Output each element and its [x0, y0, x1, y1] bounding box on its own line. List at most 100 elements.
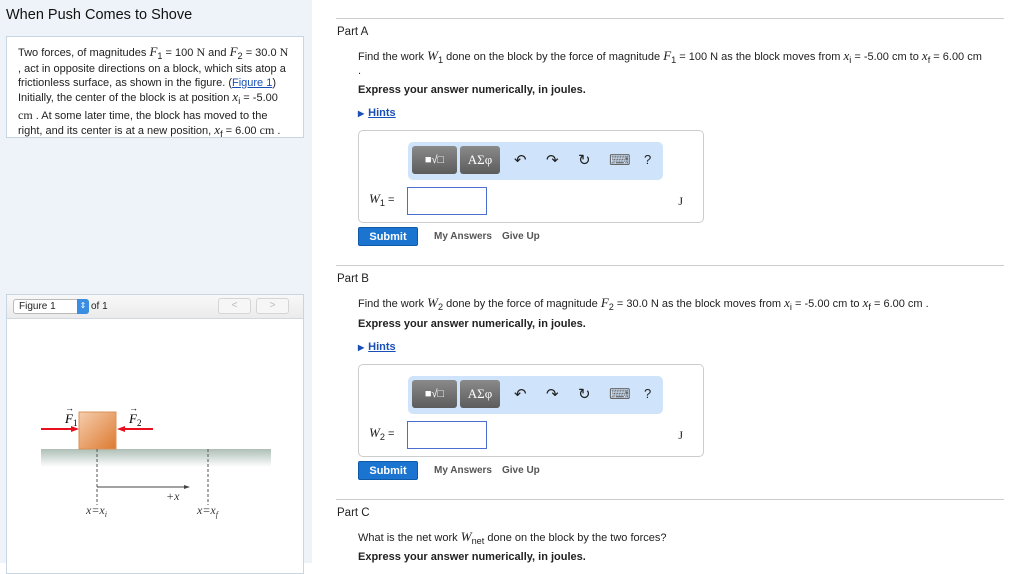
part-b-hints-link[interactable]: ▶ Hints: [358, 341, 396, 353]
w-sub: net: [471, 536, 485, 547]
f1-value: = 100: [162, 47, 197, 59]
part-a-question: Find the work W1 done on the block by th…: [358, 48, 982, 77]
part-a-hints-link[interactable]: ▶ Hints: [358, 107, 396, 119]
plus-x-label: +x: [166, 489, 180, 503]
keyboard-icon[interactable]: ⌨: [609, 151, 631, 169]
next-figure-button[interactable]: >: [256, 298, 289, 314]
w1-answer-input[interactable]: [407, 187, 487, 215]
f2-symbol: F: [229, 44, 238, 59]
f-symbol: F: [663, 48, 672, 63]
figure-toolbar: Figure 1 ⇕ of 1 < >: [7, 295, 303, 319]
part-a-my-answers-link[interactable]: My Answers: [434, 231, 492, 242]
part-c-label: Part C: [337, 507, 370, 519]
answer-label: W1 =: [369, 191, 394, 208]
unit-n: N: [279, 45, 289, 59]
w-symbol: W: [460, 529, 472, 544]
figure-link[interactable]: Figure 1: [232, 77, 272, 89]
redo-icon[interactable]: ↷: [546, 385, 559, 403]
figure-panel: Figure 1 ⇕ of 1 < > F1 → F2 → +x x=xi x=x…: [6, 294, 304, 574]
select-arrows-icon: ⇕: [77, 299, 89, 314]
surface: [41, 449, 271, 467]
part-a-label: Part A: [337, 26, 369, 38]
block-diagram: F1 → F2 → +x x=xi x=xf: [41, 403, 271, 519]
unit-cm: cm: [18, 107, 33, 122]
help-icon[interactable]: ?: [644, 152, 651, 167]
intro-text: Two forces, of magnitudes: [18, 47, 150, 59]
reset-icon[interactable]: ↻: [578, 385, 591, 403]
symbols-button[interactable]: ΑΣφ: [460, 380, 500, 408]
part-a-instruction: Express your answer numerically, in joul…: [358, 84, 586, 96]
part-a-answer-box: ■√□ ΑΣφ ↶ ↷ ↻ ⌨ ? W1 = J: [358, 130, 704, 223]
q-text: = -5.00 cm to: [851, 51, 922, 63]
part-c-question: What is the net work Wnet done on the bl…: [358, 529, 667, 546]
xf-label: x=xf: [196, 503, 220, 519]
undo-icon[interactable]: ↶: [514, 151, 527, 169]
triangle-right-icon: ▶: [358, 343, 365, 352]
divider: [336, 265, 1004, 266]
q-text: done on the block by the force of magnit…: [443, 51, 664, 63]
q-text: What is the net work: [358, 532, 461, 544]
redo-icon[interactable]: ↷: [546, 151, 559, 169]
q-text: = 6.00 cm: [930, 51, 982, 63]
intro-text: .: [274, 124, 281, 137]
divider: [336, 18, 1004, 19]
answer-label: W2 =: [369, 425, 394, 442]
q-text: Find the work: [358, 298, 428, 310]
symbols-button[interactable]: ΑΣφ: [460, 146, 500, 174]
math-toolbar: ■√□ ΑΣφ ↶ ↷ ↻ ⌨ ?: [408, 376, 663, 414]
var-symbol: W: [369, 425, 380, 440]
f2-label: F2: [128, 411, 141, 428]
q-text: .: [358, 65, 362, 78]
unit-cm: cm: [259, 122, 275, 137]
w-symbol: W: [427, 295, 438, 310]
math-toolbar: ■√□ ΑΣφ ↶ ↷ ↻ ⌨ ?: [408, 142, 663, 180]
vector-arrow-icon: →: [129, 403, 138, 413]
var-symbol: W: [369, 191, 380, 206]
reset-icon[interactable]: ↻: [578, 151, 591, 169]
figure-select-value: Figure 1: [19, 301, 56, 312]
part-b-give-up-link[interactable]: Give Up: [502, 465, 540, 476]
unit-label: J: [678, 428, 683, 442]
q-text: done by the force of magnitude: [443, 298, 601, 310]
problem-intro: Two forces, of magnitudes F1 = 100 N and…: [6, 36, 304, 139]
part-b-instruction: Express your answer numerically, in joul…: [358, 318, 586, 330]
xi-label: x=xi: [85, 503, 107, 519]
xf-value: = 6.00: [222, 124, 260, 137]
x-axis-arrowhead: [184, 485, 190, 489]
triangle-right-icon: ▶: [358, 109, 365, 118]
part-b-label: Part B: [337, 273, 369, 285]
w-symbol: W: [427, 48, 438, 63]
part-a-give-up-link[interactable]: Give Up: [502, 231, 540, 242]
prev-figure-button[interactable]: <: [218, 298, 251, 314]
part-b-submit-button[interactable]: Submit: [358, 461, 418, 480]
undo-icon[interactable]: ↶: [514, 385, 527, 403]
xi-value: = -5.00: [240, 92, 278, 105]
figure-count: of 1: [91, 301, 108, 312]
intro-and: and: [205, 47, 230, 59]
block: [78, 411, 117, 450]
part-b-answer-box: ■√□ ΑΣφ ↶ ↷ ↻ ⌨ ? W2 = J: [358, 364, 704, 457]
q-text: = 30.0 N as the block moves from: [613, 298, 785, 310]
f1-label: F1: [64, 411, 77, 428]
q-text: = 100 N as the block moves from: [676, 51, 844, 63]
divider: [336, 499, 1004, 500]
equals: =: [384, 194, 395, 206]
help-icon[interactable]: ?: [644, 386, 651, 401]
hints-label: Hints: [368, 341, 396, 353]
part-a-submit-button[interactable]: Submit: [358, 227, 418, 246]
figure-select[interactable]: Figure 1 ⇕: [13, 299, 89, 314]
keyboard-icon[interactable]: ⌨: [609, 385, 631, 403]
q-text: = -5.00 cm to: [791, 298, 863, 310]
vector-arrow-icon: →: [65, 403, 74, 413]
part-c-instruction: Express your answer numerically, in joul…: [358, 551, 586, 563]
hints-label: Hints: [368, 107, 396, 119]
templates-button[interactable]: ■√□: [412, 380, 457, 408]
f2-arrowhead: [117, 426, 125, 432]
templates-button[interactable]: ■√□: [412, 146, 457, 174]
problem-title: When Push Comes to Shove: [6, 7, 193, 23]
unit-label: J: [678, 194, 683, 208]
q-text: = 6.00 cm .: [870, 298, 929, 310]
part-b-my-answers-link[interactable]: My Answers: [434, 465, 492, 476]
q-text: done on the block by the two forces?: [484, 532, 667, 544]
w2-answer-input[interactable]: [407, 421, 487, 449]
